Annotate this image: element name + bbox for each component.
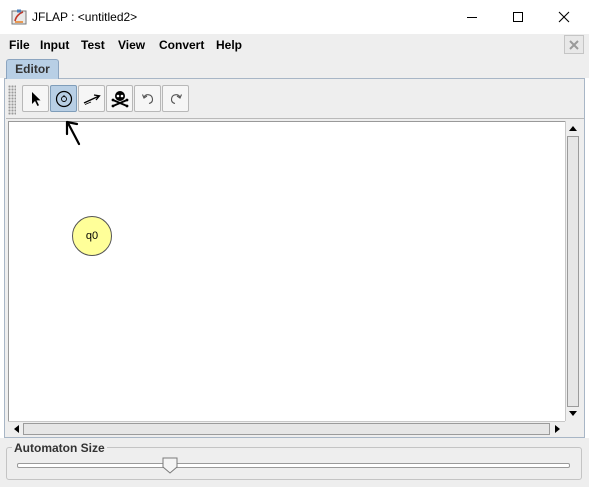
state-label: q0 xyxy=(85,230,99,242)
pointer-arrow-icon xyxy=(31,91,40,106)
automaton-size-slider-track[interactable] xyxy=(17,463,570,468)
undo-button[interactable] xyxy=(134,85,161,112)
jflap-app-icon xyxy=(11,9,27,25)
close-document-button[interactable] xyxy=(564,35,584,54)
state-creator-tool-button[interactable] xyxy=(50,85,77,112)
menu-file[interactable]: File xyxy=(9,38,30,52)
menu-input[interactable]: Input xyxy=(40,38,69,52)
scroll-up-button[interactable] xyxy=(566,121,580,135)
menu-convert[interactable]: Convert xyxy=(159,38,204,52)
triangle-left-icon xyxy=(14,425,19,433)
automaton-size-slider-thumb[interactable] xyxy=(162,457,178,474)
horizontal-scroll-thumb[interactable] xyxy=(23,423,550,435)
attribute-editor-tool-button[interactable] xyxy=(22,85,49,112)
toolbar-grip[interactable] xyxy=(8,85,16,115)
redo-icon xyxy=(170,93,182,104)
scroll-down-button[interactable] xyxy=(566,407,580,421)
tab-editor[interactable]: Editor xyxy=(6,59,59,79)
automaton-canvas[interactable] xyxy=(8,121,565,421)
menu-help[interactable]: Help xyxy=(216,38,242,52)
maximize-icon xyxy=(513,12,523,22)
window-title: JFLAP : <untitled2> xyxy=(32,10,138,24)
menu-test[interactable]: Test xyxy=(81,38,105,52)
minimize-button[interactable] xyxy=(449,0,495,34)
scroll-right-button[interactable] xyxy=(551,422,565,436)
menu-view[interactable]: View xyxy=(118,38,145,52)
transition-creator-tool-button[interactable] xyxy=(78,85,105,112)
redo-button[interactable] xyxy=(162,85,189,112)
skull-crossbones-icon xyxy=(111,90,128,107)
triangle-right-icon xyxy=(555,425,560,433)
deleter-tool-button[interactable] xyxy=(106,85,133,112)
close-window-button[interactable] xyxy=(541,0,587,34)
hand-drawn-arrow-icon xyxy=(65,120,81,146)
close-icon xyxy=(569,39,579,50)
triangle-up-icon xyxy=(569,126,577,131)
tab-strip xyxy=(0,56,589,78)
close-icon xyxy=(558,11,570,23)
scroll-left-button[interactable] xyxy=(9,422,23,436)
state-circle-icon xyxy=(55,90,72,107)
state-q0[interactable]: q0 xyxy=(72,216,112,256)
undo-icon xyxy=(141,93,153,104)
maximize-button[interactable] xyxy=(495,0,541,34)
automaton-size-label: Automaton Size xyxy=(12,441,107,455)
triangle-down-icon xyxy=(569,411,577,416)
minimize-icon xyxy=(467,17,477,18)
vertical-scroll-thumb[interactable] xyxy=(567,136,579,407)
transition-arrow-icon xyxy=(83,93,101,105)
